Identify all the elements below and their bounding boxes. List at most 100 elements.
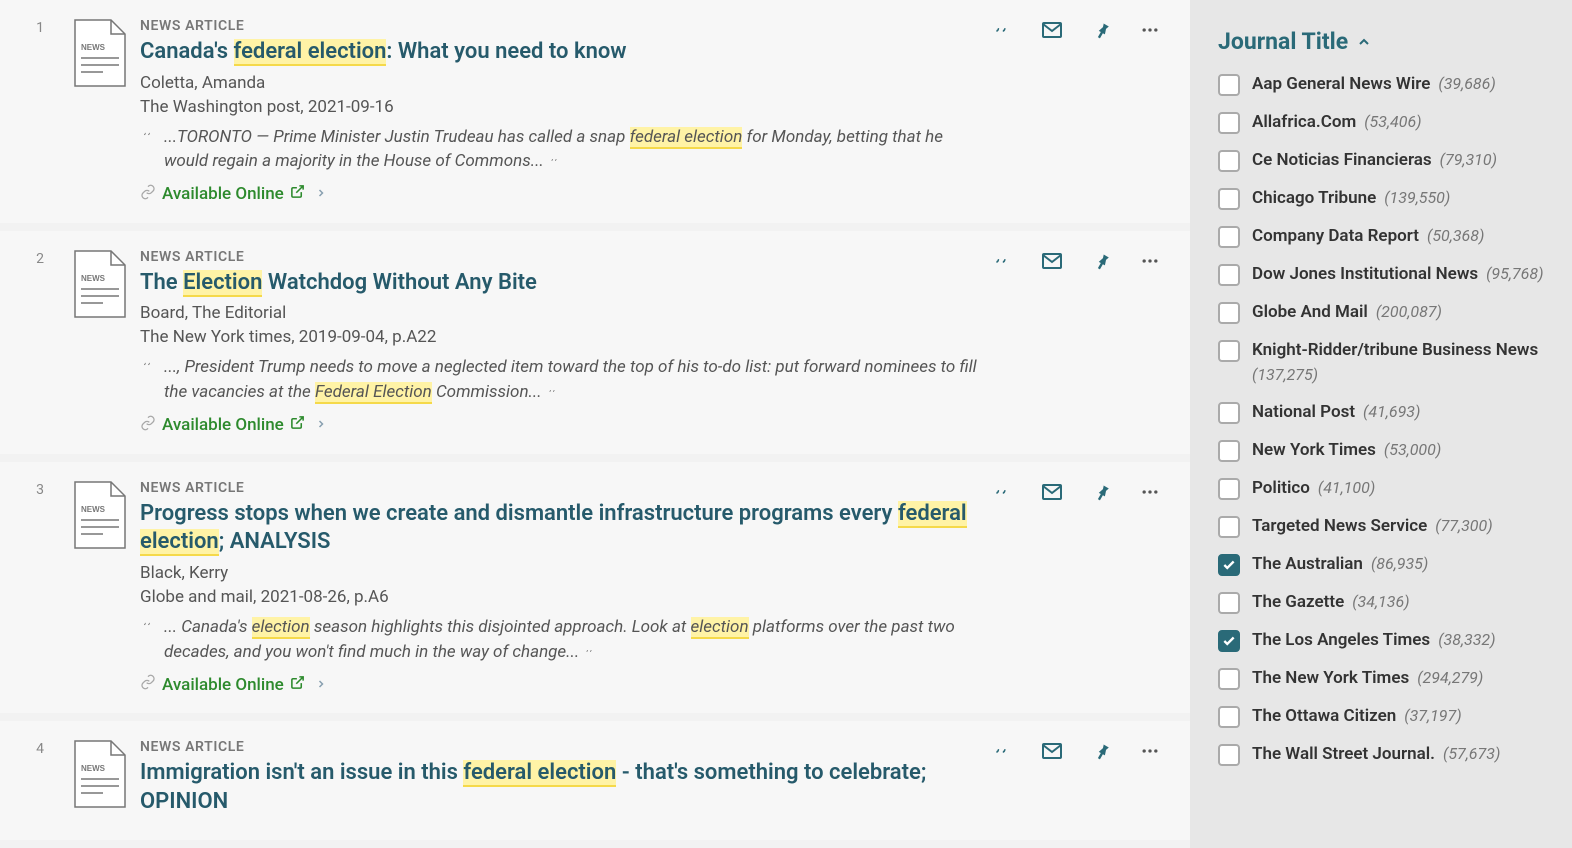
facet-row[interactable]: Chicago Tribune (139,550) xyxy=(1218,187,1552,210)
facet-checkbox[interactable] xyxy=(1218,554,1240,576)
facet-row[interactable]: Knight-Ridder/tribune Business News (137… xyxy=(1218,339,1552,386)
result-number: 1 xyxy=(20,18,60,205)
result-source: The New York times, 2019-09-04, p.A22 xyxy=(140,327,990,347)
result-title[interactable]: Progress stops when we create and disman… xyxy=(140,500,990,557)
email-button[interactable] xyxy=(1040,739,1064,763)
facet-checkbox[interactable] xyxy=(1218,402,1240,424)
quote-open-icon xyxy=(140,615,154,664)
facet-label: Allafrica.Com xyxy=(1252,111,1356,133)
facet-count: (37,197) xyxy=(1404,706,1461,727)
facet-checkbox[interactable] xyxy=(1218,478,1240,500)
result-actions xyxy=(990,249,1160,273)
facet-checkbox[interactable] xyxy=(1218,112,1240,134)
email-button[interactable] xyxy=(1040,480,1064,504)
facet-label: The Ottawa Citizen xyxy=(1252,705,1396,727)
facet-row[interactable]: Aap General News Wire (39,686) xyxy=(1218,73,1552,96)
email-button[interactable] xyxy=(1040,249,1064,273)
more-actions-button[interactable] xyxy=(1140,20,1160,40)
available-online-link[interactable]: Available Online xyxy=(140,674,990,695)
facet-row[interactable]: The Gazette (34,136) xyxy=(1218,591,1552,614)
result-title[interactable]: The Election Watchdog Without Any Bite xyxy=(140,269,990,298)
facet-row[interactable]: Dow Jones Institutional News (95,768) xyxy=(1218,263,1552,286)
facet-count: (39,686) xyxy=(1438,74,1495,95)
facet-row[interactable]: Globe And Mail (200,087) xyxy=(1218,301,1552,324)
available-online-link[interactable]: Available Online xyxy=(140,415,990,436)
facet-checkbox[interactable] xyxy=(1218,744,1240,766)
facet-checkbox[interactable] xyxy=(1218,188,1240,210)
more-actions-button[interactable] xyxy=(1140,251,1160,271)
facet-label: Ce Noticias Financieras xyxy=(1252,149,1432,171)
facet-checkbox[interactable] xyxy=(1218,668,1240,690)
available-online-link[interactable]: Available Online xyxy=(140,184,990,205)
facet-checkbox[interactable] xyxy=(1218,302,1240,324)
facet-count: (41,693) xyxy=(1363,402,1420,423)
result-title[interactable]: Immigration isn't an issue in this feder… xyxy=(140,759,990,816)
facet-row[interactable]: Allafrica.Com (53,406) xyxy=(1218,111,1552,134)
facet-label: Chicago Tribune xyxy=(1252,187,1376,209)
facet-checkbox[interactable] xyxy=(1218,592,1240,614)
facet-count: (77,300) xyxy=(1435,516,1492,537)
more-actions-button[interactable] xyxy=(1140,741,1160,761)
facet-row[interactable]: The Wall Street Journal. (57,673) xyxy=(1218,743,1552,766)
facet-row[interactable]: Targeted News Service (77,300) xyxy=(1218,515,1552,538)
result-actions xyxy=(990,739,1160,763)
facet-checkbox[interactable] xyxy=(1218,340,1240,362)
facet-row[interactable]: The Ottawa Citizen (37,197) xyxy=(1218,705,1552,728)
cite-button[interactable] xyxy=(990,250,1012,272)
pin-button[interactable] xyxy=(1092,482,1112,502)
email-button[interactable] xyxy=(1040,18,1064,42)
facet-row[interactable]: Ce Noticias Financieras (79,310) xyxy=(1218,149,1552,172)
cite-button[interactable] xyxy=(990,740,1012,762)
facet-row[interactable]: National Post (41,693) xyxy=(1218,401,1552,424)
available-online-text: Available Online xyxy=(162,675,284,695)
facet-row[interactable]: Company Data Report (50,368) xyxy=(1218,225,1552,248)
result-snippet: ..., President Trump needs to move a neg… xyxy=(140,355,990,404)
result-title[interactable]: Canada's federal election: What you need… xyxy=(140,38,990,67)
facet-label: The Australian xyxy=(1252,553,1363,575)
pin-button[interactable] xyxy=(1092,20,1112,40)
facet-checkbox[interactable] xyxy=(1218,150,1240,172)
news-document-icon: NEWS xyxy=(73,480,127,550)
facets-sidebar: Journal Title Aap General News Wire (39,… xyxy=(1190,0,1572,848)
quote-open-icon xyxy=(140,125,154,174)
facet-label: Aap General News Wire xyxy=(1252,73,1430,95)
facet-label: New York Times xyxy=(1252,439,1376,461)
result-author: Board, The Editorial xyxy=(140,303,990,323)
facet-label: Globe And Mail xyxy=(1252,301,1368,323)
facet-checkbox[interactable] xyxy=(1218,630,1240,652)
facet-row[interactable]: The New York Times (294,279) xyxy=(1218,667,1552,690)
cite-button[interactable] xyxy=(990,19,1012,41)
facet-count: (95,768) xyxy=(1486,264,1543,285)
facet-row[interactable]: The Australian (86,935) xyxy=(1218,553,1552,576)
quote-close-icon xyxy=(546,383,558,403)
result-type-icon: NEWS xyxy=(60,18,140,205)
result-snippet: ...TORONTO — Prime Minister Justin Trude… xyxy=(140,125,990,174)
facet-checkbox[interactable] xyxy=(1218,264,1240,286)
facet-count: (86,935) xyxy=(1371,554,1428,575)
facet-row[interactable]: Politico (41,100) xyxy=(1218,477,1552,500)
facet-label: The Los Angeles Times xyxy=(1252,629,1430,651)
facet-checkbox[interactable] xyxy=(1218,706,1240,728)
facet-row[interactable]: New York Times (53,000) xyxy=(1218,439,1552,462)
result-number: 3 xyxy=(20,480,60,695)
facet-count: (57,673) xyxy=(1443,744,1500,765)
quote-close-icon xyxy=(548,152,560,172)
result-card: 1 NEWS NEWS ARTICLE Canada's federal ele… xyxy=(0,0,1190,223)
facet-checkbox[interactable] xyxy=(1218,516,1240,538)
facet-label: Dow Jones Institutional News xyxy=(1252,263,1478,285)
facet-checkbox[interactable] xyxy=(1218,74,1240,96)
external-link-icon xyxy=(290,415,305,435)
pin-button[interactable] xyxy=(1092,251,1112,271)
result-number: 2 xyxy=(20,249,60,436)
facet-count: (34,136) xyxy=(1352,592,1409,613)
facet-label: The Gazette xyxy=(1252,591,1344,613)
pin-button[interactable] xyxy=(1092,741,1112,761)
facet-label: Company Data Report xyxy=(1252,225,1419,247)
more-actions-button[interactable] xyxy=(1140,482,1160,502)
facet-checkbox[interactable] xyxy=(1218,226,1240,248)
facet-row[interactable]: The Los Angeles Times (38,332) xyxy=(1218,629,1552,652)
chevron-up-icon xyxy=(1356,34,1372,50)
facet-heading-journal-title[interactable]: Journal Title xyxy=(1218,28,1552,55)
cite-button[interactable] xyxy=(990,481,1012,503)
facet-checkbox[interactable] xyxy=(1218,440,1240,462)
